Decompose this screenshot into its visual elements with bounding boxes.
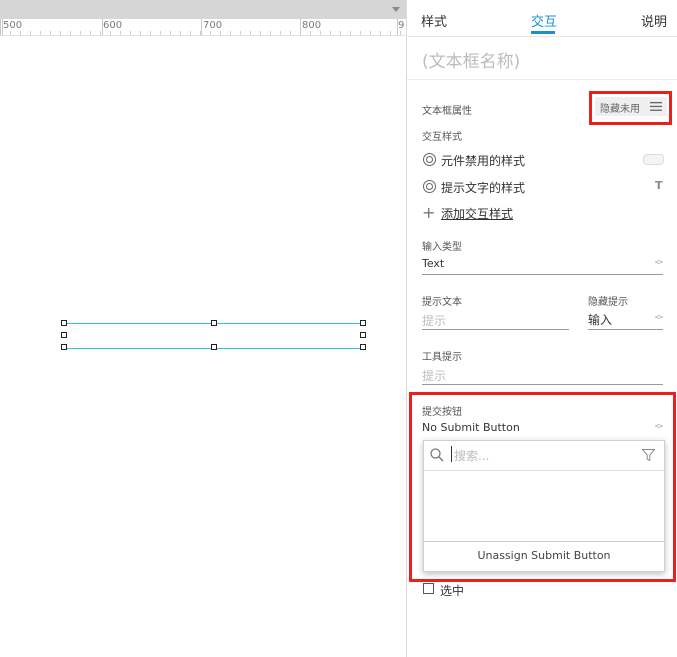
ruler-tick [20, 31, 21, 35]
ruler-tick [80, 31, 81, 35]
ruler-tick [400, 31, 401, 35]
checked-checkbox[interactable] [423, 583, 434, 594]
ruler-tick [280, 31, 281, 35]
resize-handle[interactable] [360, 332, 366, 338]
ruler-tick [350, 31, 351, 35]
ruler-label: 600 [103, 20, 123, 31]
tab-notes[interactable]: 说明 [641, 11, 667, 30]
select-updown-icon: ︿ ﹀ [655, 310, 663, 325]
design-canvas[interactable]: 500 600 700 800 9 [0, 0, 406, 657]
ruler-tick [30, 31, 31, 35]
hint-text-label: 提示文本 [422, 297, 462, 308]
ruler-tick [230, 31, 231, 35]
interaction-styles-label: 交互样式 [422, 132, 462, 143]
ruler-tick [120, 31, 121, 35]
ruler-tick [140, 31, 141, 35]
ruler-tick [250, 31, 251, 35]
resize-handle[interactable] [211, 320, 217, 326]
ruler-tick [170, 31, 171, 35]
ruler-tick [240, 31, 241, 35]
ruler-tick [340, 31, 341, 35]
active-tab-indicator [531, 31, 555, 34]
ruler-major-tick [102, 19, 103, 35]
tab-style[interactable]: 样式 [421, 11, 447, 30]
ruler-label: 700 [203, 20, 223, 31]
style-preview-swatch [643, 154, 664, 165]
canvas-header-bar [0, 0, 406, 19]
text-style-icon: T [655, 179, 663, 192]
hide-hint-select[interactable]: 输入 [588, 311, 612, 328]
ruler-tick [330, 31, 331, 35]
ruler-tick [0, 19, 1, 35]
field-underline [422, 384, 663, 385]
ruler-tick [110, 31, 111, 35]
ruler-tick [90, 31, 91, 35]
highlight-annotation [589, 91, 672, 125]
checked-label: 选中 [440, 584, 465, 598]
style-target-icon [423, 153, 436, 166]
ruler-tick [360, 31, 361, 35]
ruler-tick [100, 31, 101, 35]
ruler-label: 800 [302, 20, 322, 31]
ruler-major-tick [300, 19, 301, 35]
resize-handle[interactable] [360, 344, 366, 350]
ruler-tick [260, 31, 261, 35]
ruler-tick [370, 31, 371, 35]
input-type-label: 输入类型 [422, 242, 462, 253]
field-underline [588, 329, 663, 330]
ruler-tick [320, 31, 321, 35]
field-underline [422, 274, 663, 275]
resize-handle[interactable] [61, 344, 67, 350]
tooltip-label: 工具提示 [422, 352, 462, 363]
textbox-properties-label: 文本框属性 [422, 106, 472, 117]
ruler-label: 9 [398, 20, 405, 31]
tooltip-input[interactable]: 提示 [422, 367, 446, 384]
resize-handle[interactable] [211, 344, 217, 350]
ruler-tick [310, 31, 311, 35]
input-type-select[interactable]: Text [422, 257, 444, 270]
hint-text-input[interactable]: 提示 [422, 312, 446, 329]
ruler-tick [60, 31, 61, 35]
inspector-tabs: 样式 交互 说明 [407, 0, 677, 37]
select-updown-icon: ︿ ﹀ [655, 255, 663, 270]
ruler-tick [220, 31, 221, 35]
highlight-annotation [409, 392, 676, 582]
ruler-tick [270, 31, 271, 35]
ruler-major-tick [397, 19, 398, 35]
resize-handle[interactable] [360, 320, 366, 326]
ruler-tick [390, 31, 391, 35]
horizontal-ruler: 500 600 700 800 9 [0, 19, 406, 36]
ruler-tick [210, 31, 211, 35]
ruler-tick [40, 31, 41, 35]
ruler-tick [70, 31, 71, 35]
divider [407, 79, 677, 80]
hide-hint-label: 隐藏提示 [588, 297, 628, 308]
ruler-label: 500 [3, 20, 23, 31]
dropdown-arrow-icon[interactable] [392, 7, 400, 12]
ruler-tick [180, 31, 181, 35]
ruler-tick [150, 31, 151, 35]
ruler-tick [50, 31, 51, 35]
ruler-tick [190, 31, 191, 35]
ruler-tick [130, 31, 131, 35]
add-interaction-style-link[interactable]: 添加交互样式 [441, 205, 513, 222]
ruler-tick [10, 31, 11, 35]
ruler-major-tick [2, 19, 3, 35]
plus-icon[interactable]: + [422, 203, 435, 222]
disabled-style-link[interactable]: 元件禁用的样式 [441, 152, 525, 169]
hint-style-link[interactable]: 提示文字的样式 [441, 179, 525, 196]
ruler-tick [380, 31, 381, 35]
tab-interaction[interactable]: 交互 [531, 11, 557, 30]
ruler-tick [160, 31, 161, 35]
widget-name-input[interactable]: (文本框名称) [422, 47, 520, 72]
ruler-major-tick [201, 19, 202, 35]
resize-handle[interactable] [61, 320, 67, 326]
resize-handle[interactable] [61, 332, 67, 338]
ruler-tick [290, 31, 291, 35]
style-target-icon [423, 180, 436, 193]
field-underline [422, 329, 569, 330]
